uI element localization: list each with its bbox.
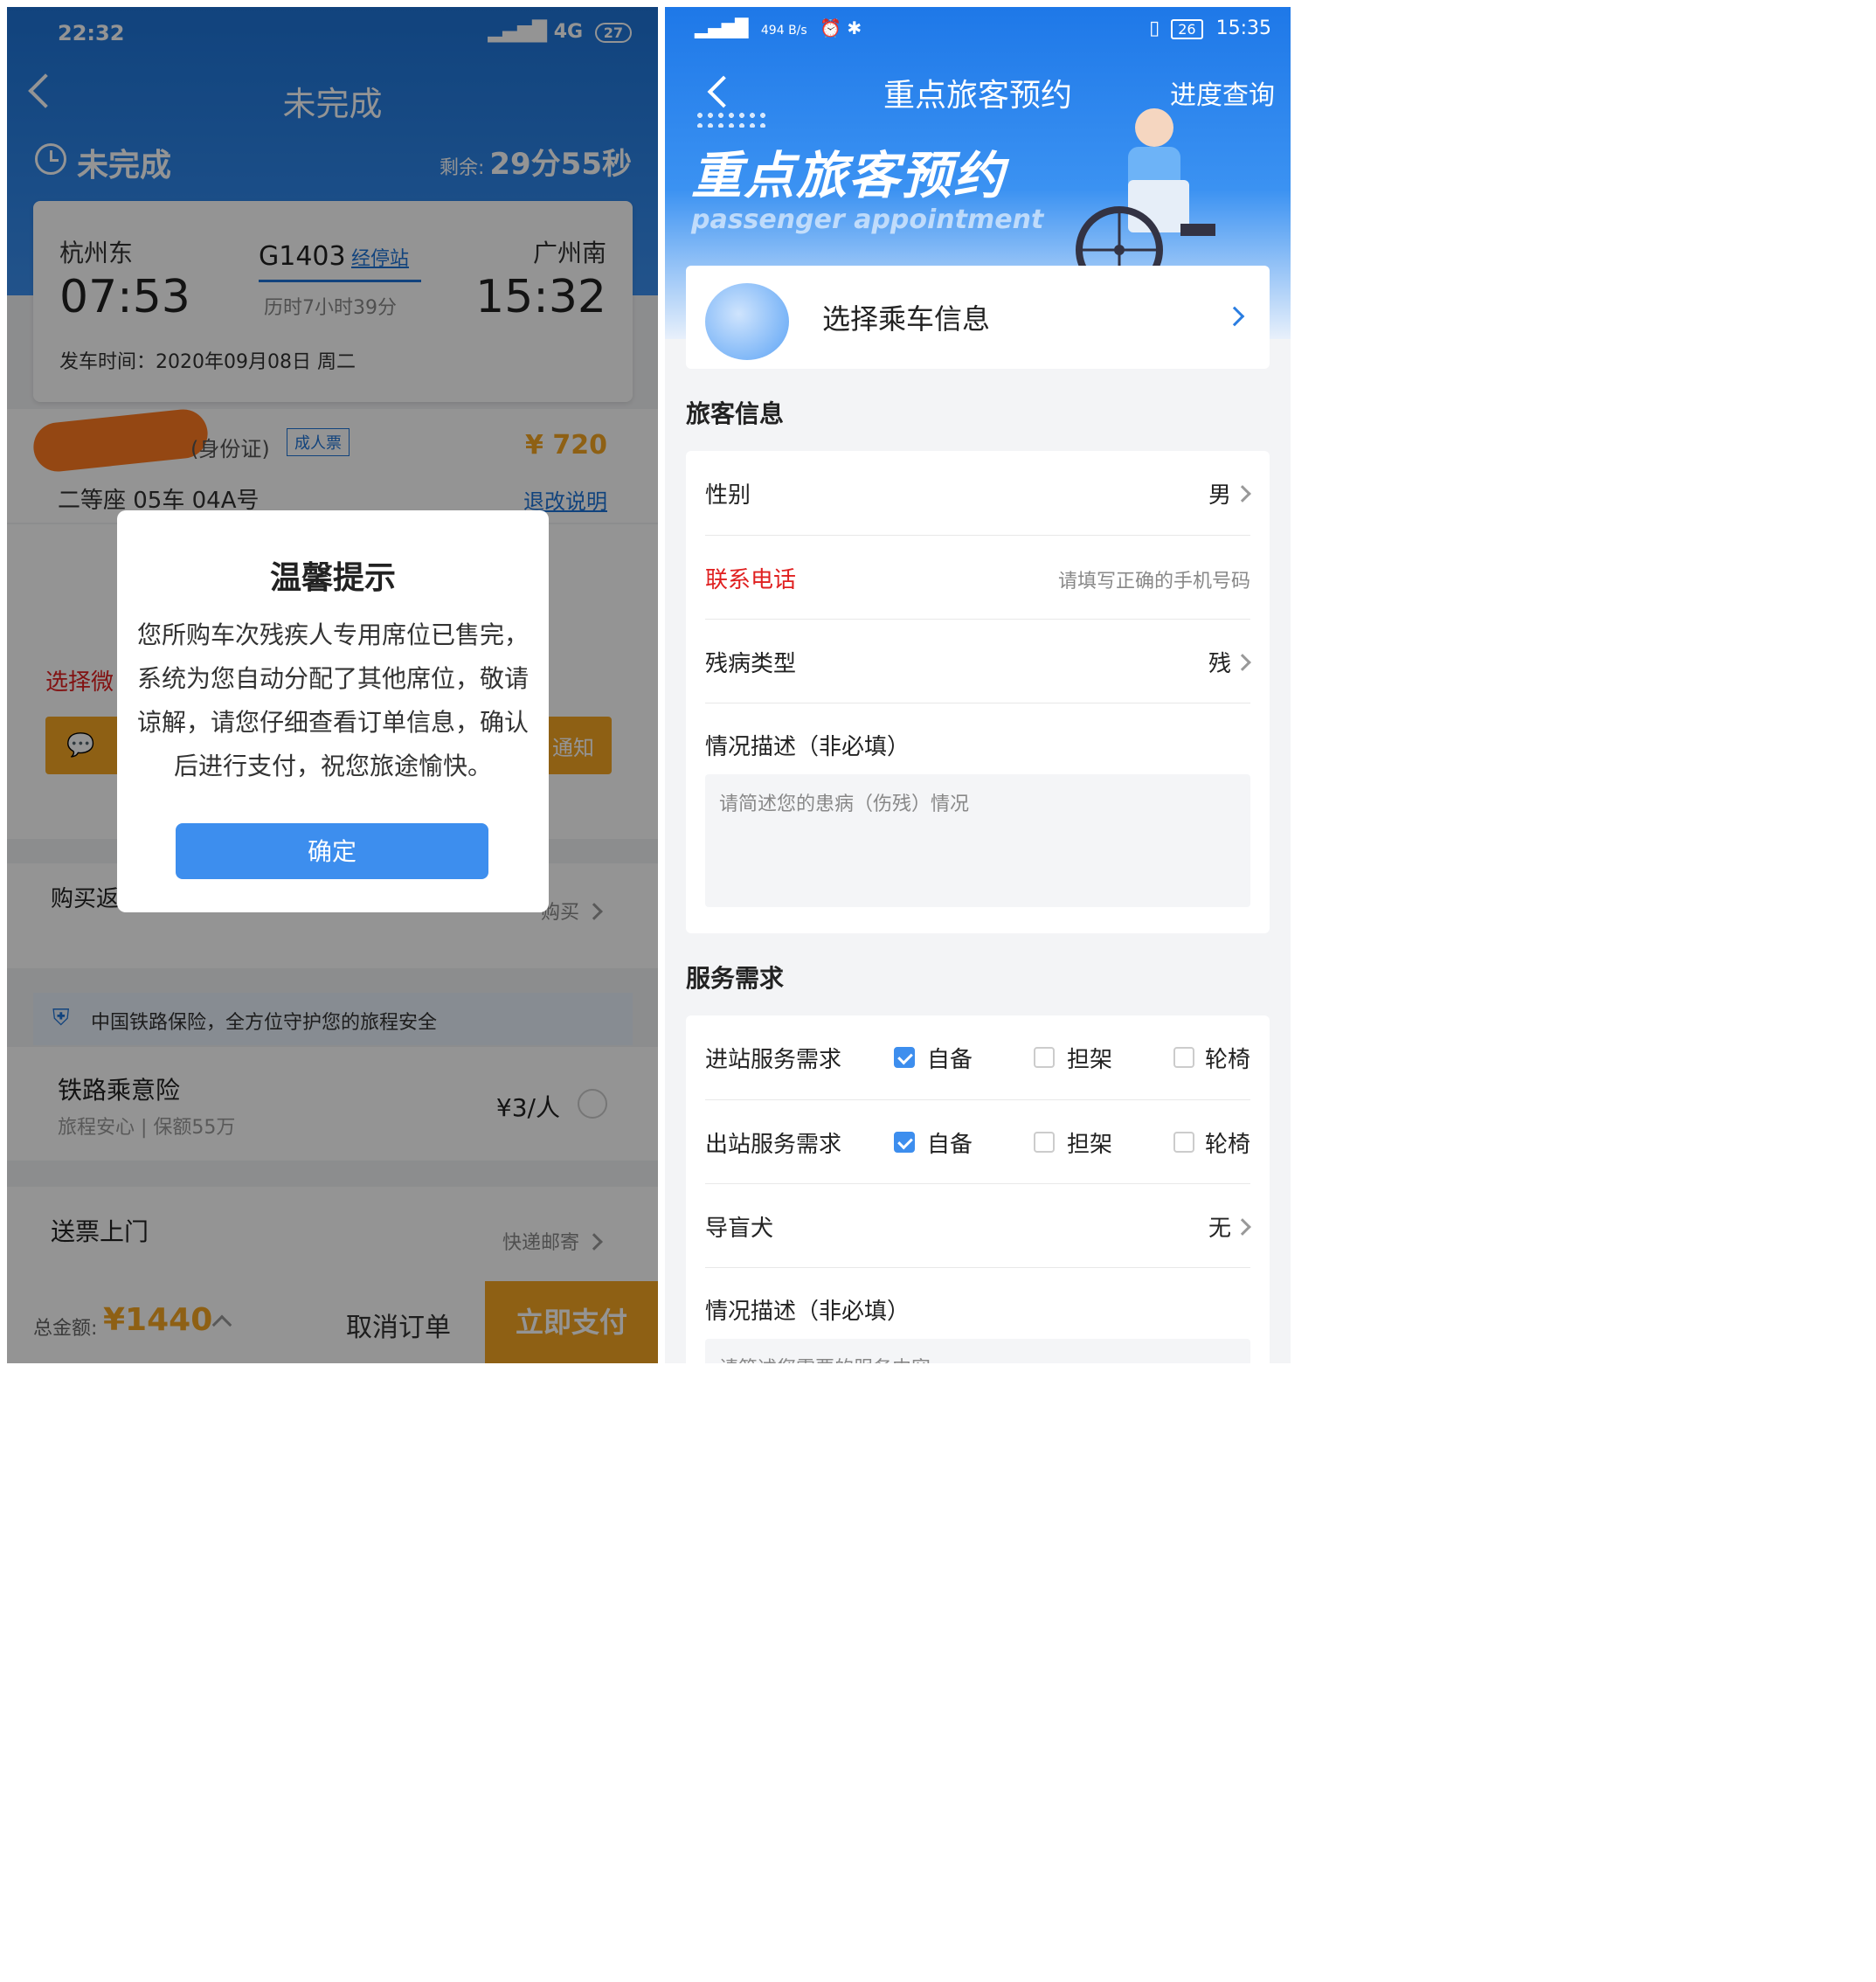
service-desc-placeholder: 请简述您需要的服务内容	[719, 1353, 931, 1363]
entry-service-row: 进站服务需求 自备 担架 轮椅	[686, 1015, 1270, 1099]
condition-desc-label: 情况描述（非必填）	[705, 734, 910, 760]
condition-desc-placeholder: 请简述您的患病（伤残）情况	[719, 793, 970, 815]
status-bar-right: ▯ 26 15:35	[1149, 17, 1271, 39]
gender-label: 性别	[705, 482, 751, 509]
entry-service-label: 进站服务需求	[705, 1047, 842, 1073]
exit-option-label: 自备	[927, 1132, 973, 1158]
passenger-section-title: 旅客信息	[686, 399, 785, 428]
exit-option-checkbox[interactable]	[1173, 1132, 1194, 1153]
phone-label: 联系电话	[705, 567, 797, 593]
confirm-button[interactable]: 确定	[176, 823, 488, 879]
chevron-right-icon	[1234, 485, 1251, 502]
gender-value: 男	[1208, 482, 1231, 509]
entry-option-label: 担架	[1067, 1047, 1113, 1073]
exit-option-label: 担架	[1067, 1132, 1113, 1158]
chevron-right-icon	[1234, 654, 1251, 671]
exit-option-label: 轮椅	[1205, 1132, 1251, 1158]
network-speed: 494 B/s	[760, 24, 807, 38]
dialog-message: 您所购车次残疾人专用席位已售完，系统为您自动分配了其他席位，敬请谅解，请您仔细查…	[136, 620, 529, 780]
banner-subtitle: passenger appointment	[691, 204, 1044, 235]
exit-service-row: 出站服务需求 自备 担架 轮椅	[686, 1100, 1270, 1184]
chevron-right-icon	[1234, 1218, 1251, 1236]
warning-dialog: 温馨提示 您所购车次残疾人专用席位已售完，系统为您自动分配了其他席位，敬请谅解，…	[117, 510, 549, 912]
phone-row[interactable]: 联系电话 请填写正确的手机号码	[686, 536, 1270, 620]
exit-service-label: 出站服务需求	[705, 1132, 842, 1158]
passenger-info-panel: 性别 男 联系电话 请填写正确的手机号码 残病类型 残 情况描述（非必填） 请简…	[686, 451, 1270, 933]
signal-icon: ▂▄▆█	[695, 17, 749, 38]
service-section-title: 服务需求	[686, 964, 785, 993]
entry-option-checkbox[interactable]	[894, 1047, 915, 1068]
guide-dog-label: 导盲犬	[705, 1216, 774, 1242]
service-panel: 进站服务需求 自备 担架 轮椅 出站服务需求 自备 担架 轮椅 导盲犬 无 情况…	[686, 1015, 1270, 1363]
right-screen: ▂▄▆█ 494 B/s ⏰ ✱ ▯ 26 15:35 重点旅客预约 进度查询 …	[665, 7, 1291, 1363]
vibrate-icon: ▯	[1149, 17, 1160, 39]
entry-option-checkbox[interactable]	[1034, 1047, 1055, 1068]
disability-label: 残病类型	[705, 651, 797, 677]
exit-option-checkbox[interactable]	[894, 1132, 915, 1153]
alarm-icon: ⏰	[820, 17, 841, 38]
dialog-title: 温馨提示	[269, 560, 396, 596]
disability-value: 残	[1208, 651, 1231, 677]
entry-option-label: 轮椅	[1205, 1047, 1251, 1073]
gender-row[interactable]: 性别 男	[686, 451, 1270, 535]
entry-option-label: 自备	[927, 1047, 973, 1073]
battery-icon: 26	[1171, 19, 1203, 39]
decor-dots	[695, 110, 766, 128]
select-train-label: 选择乘车信息	[822, 302, 991, 336]
status-time: 15:35	[1215, 17, 1271, 39]
disability-type-row[interactable]: 残病类型 残	[686, 620, 1270, 703]
wheelchair-illustration-icon	[1076, 108, 1215, 276]
guide-dog-row[interactable]: 导盲犬 无	[686, 1184, 1270, 1268]
divider	[705, 1267, 1250, 1268]
select-train-info[interactable]: 选择乘车信息	[686, 266, 1270, 369]
exit-option-checkbox[interactable]	[1034, 1132, 1055, 1153]
status-bar-left: ▂▄▆█ 494 B/s ⏰ ✱	[695, 17, 862, 38]
chevron-right-icon	[1224, 306, 1245, 327]
entry-option-checkbox[interactable]	[1173, 1047, 1194, 1068]
condition-desc-input[interactable]: 请简述您的患病（伤残）情况	[705, 774, 1250, 907]
bluetooth-icon: ✱	[847, 17, 862, 38]
service-desc-input[interactable]: 请简述您需要的服务内容	[705, 1339, 1250, 1363]
left-screen: 22:32 ▂▄▆█ 4G 27 未完成 未完成 剩余: 29分55秒 杭州东 0…	[7, 7, 658, 1363]
service-desc-label: 情况描述（非必填）	[705, 1299, 910, 1325]
guide-dog-value: 无	[1208, 1216, 1231, 1242]
banner-title: 重点旅客预约	[691, 146, 1007, 205]
ticket-icon	[705, 283, 789, 360]
phone-input[interactable]: 请填写正确的手机号码	[1058, 565, 1250, 593]
